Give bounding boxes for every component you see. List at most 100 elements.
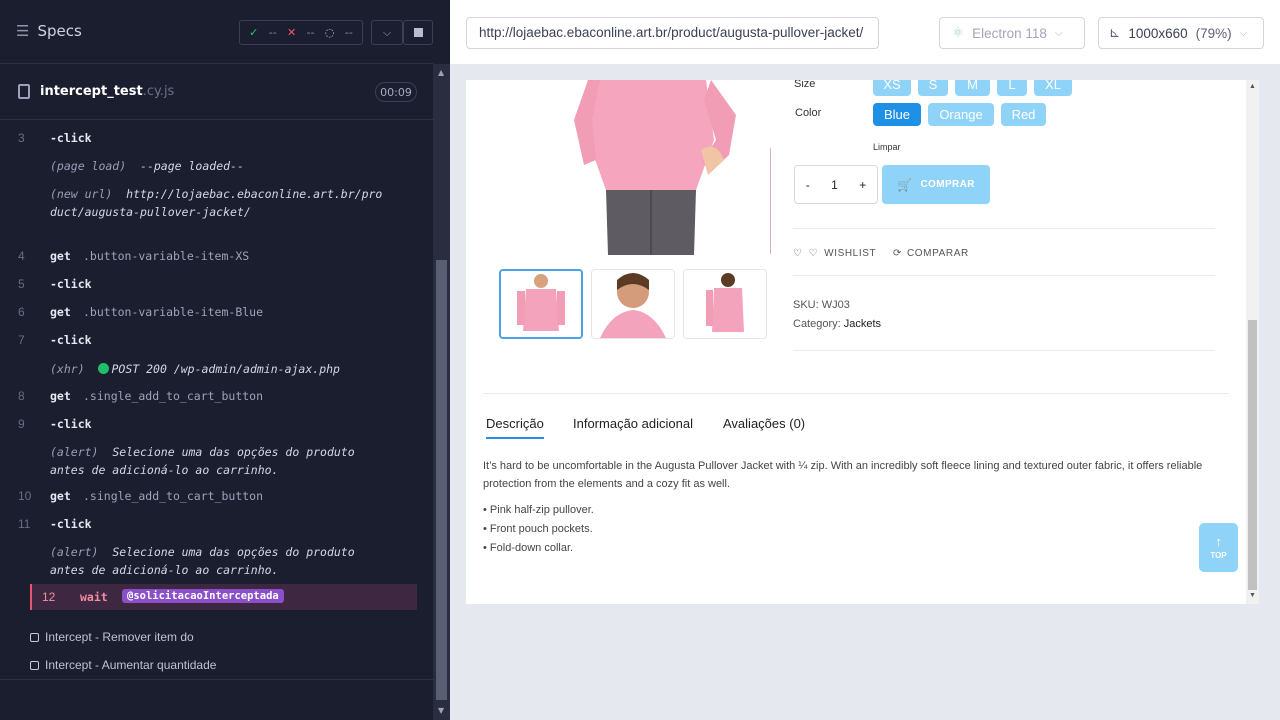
divider [483,393,1229,394]
wishlist-link[interactable]: ♡ ♡ WISHLIST [793,248,876,259]
specs-title: Specs [37,22,82,40]
command-log-scrollbar[interactable]: ▲ ▼ [433,64,450,720]
back-to-top-button[interactable]: ↑ TOP [1199,523,1238,572]
event-kind: (page load) [50,159,127,173]
qty-decrease-button[interactable]: - [806,178,810,192]
scrollbar-thumb[interactable] [1248,320,1257,590]
divider [793,275,1215,276]
tab-descricao[interactable]: Descrição [486,416,544,439]
scroll-up-icon[interactable]: ▲ [1249,83,1256,90]
command-log-panel: ☰ Specs ✓ -- ✕ -- ◌ -- ⌵ intercept_test.cy.… [0,0,450,720]
heart-icon: ♡ [793,248,803,259]
compare-link[interactable]: ⟳ COMPARAR [893,248,969,259]
specs-toggle[interactable]: ☰ Specs [16,22,82,40]
passed-count: -- [268,26,277,39]
qty-increase-button[interactable]: + [859,178,866,192]
back-to-top-label: TOP [1210,551,1227,560]
command-name: -click [50,517,92,531]
color-red[interactable]: Red [1001,103,1046,126]
scroll-down-icon[interactable]: ▼ [438,706,444,715]
scroll-down-icon[interactable]: ▼ [1249,592,1256,599]
stop-button[interactable] [403,20,433,45]
command-name: wait [80,590,108,604]
event-kind: (alert) [50,545,99,559]
qty-value[interactable]: 1 [831,178,838,192]
thumbnail-strip [499,269,767,339]
command-number: 6 [18,305,25,319]
command-number: 10 [18,489,32,503]
thumbnail-2[interactable] [591,269,675,339]
product-description: It’s hard to be uncomfortable in the Aug… [483,460,1203,490]
command-number: 8 [18,389,25,403]
divider [793,350,1215,351]
event-value: --page loaded-- [140,159,244,173]
thumbnail-1[interactable] [499,269,583,339]
scrollbar-thumb[interactable] [436,260,447,700]
pending-icon: ◌ [324,26,335,39]
command-name: get [50,305,71,319]
command-number: 5 [18,277,25,291]
test-item[interactable]: Intercept - Aumentar quantidade [30,658,216,672]
color-label: Color [795,107,822,119]
electron-icon: ⚛ [952,25,965,40]
thumbnail-3[interactable] [683,269,767,339]
size-s[interactable]: S [918,80,948,96]
command-name: get [50,249,71,263]
event-kind: (xhr) [50,362,85,376]
command-number: 11 [18,517,31,531]
command-name: -click [50,333,92,347]
spec-file-name[interactable]: intercept_test.cy.js [40,84,174,99]
sku-label: SKU: [793,299,819,311]
command-number: 12 [42,590,56,604]
url-bar[interactable]: http://lojaebac.ebaconline.art.br/produc… [466,17,879,49]
category-label: Category: [793,318,841,330]
command-number: 7 [18,333,25,347]
category-line: Category: Jackets [793,318,881,330]
feature-item: • Front pouch pockets. [483,523,593,535]
menu-icon: ☰ [16,22,30,40]
check-icon: ✓ [249,26,259,39]
feature-item: • Pink half-zip pullover. [483,504,594,516]
command-message: .single_add_to_cart_button [83,489,264,503]
status-dot-icon [98,363,110,374]
size-xl[interactable]: XL [1034,80,1072,96]
heart-icon: ♡ [808,248,819,259]
size-xs[interactable]: XS [873,80,911,96]
test-item[interactable]: Intercept - Remover item do [30,630,194,644]
file-icon [18,84,30,99]
stats-bar: ✓ -- ✕ -- ◌ -- [239,20,363,45]
failed-count: -- [306,26,315,39]
active-command-row[interactable]: 12 wait @solicitacaoInterceptada [30,584,417,610]
command-event-text: (page load) --page loaded-- [50,157,244,175]
viewport-size: 1000x660 [1128,25,1188,41]
tab-avaliacoes[interactable]: Avaliações (0) [723,416,805,431]
product-image[interactable] [496,80,771,255]
size-label: Size [794,80,816,90]
command-event-text: (new url) http://lojaebac.ebaconline.art… [50,185,383,221]
app-scrollbar[interactable]: ▲ ▼ [1246,80,1259,604]
tab-informacao-adicional[interactable]: Informação adicional [573,416,693,431]
cart-icon: 🛒 [897,177,913,192]
command-event-text: (alert) Selecione uma das opções do prod… [50,543,383,579]
stop-icon [413,28,423,37]
viewport-info[interactable]: ⊾ 1000x660 (79%) ⌵ [1098,17,1264,49]
viewport-scale: (79%) [1195,25,1232,41]
clear-selection-link[interactable]: Limpar [873,142,901,152]
collapse-button[interactable]: ⌵ [371,20,403,45]
spec-ext: .cy.js [142,84,175,99]
event-kind: (alert) [50,445,99,459]
color-orange[interactable]: Orange [928,103,994,126]
scroll-up-icon[interactable]: ▲ [438,68,444,77]
command-message: .button-variable-item-XS [83,249,250,263]
color-blue[interactable]: Blue [873,103,921,126]
pending-test-icon [30,632,39,642]
size-l[interactable]: L [997,80,1027,96]
buy-button[interactable]: 🛒 COMPRAR [882,165,990,204]
command-message: .single_add_to_cart_button [83,389,264,403]
category-link[interactable]: Jackets [844,318,881,330]
size-m[interactable]: M [955,80,990,96]
browser-select[interactable]: ⚛ Electron 118 ⌵ [939,17,1085,49]
buy-button-label: COMPRAR [920,179,975,190]
command-number: 4 [18,249,25,263]
alias-badge: @solicitacaoInterceptada [122,589,284,603]
